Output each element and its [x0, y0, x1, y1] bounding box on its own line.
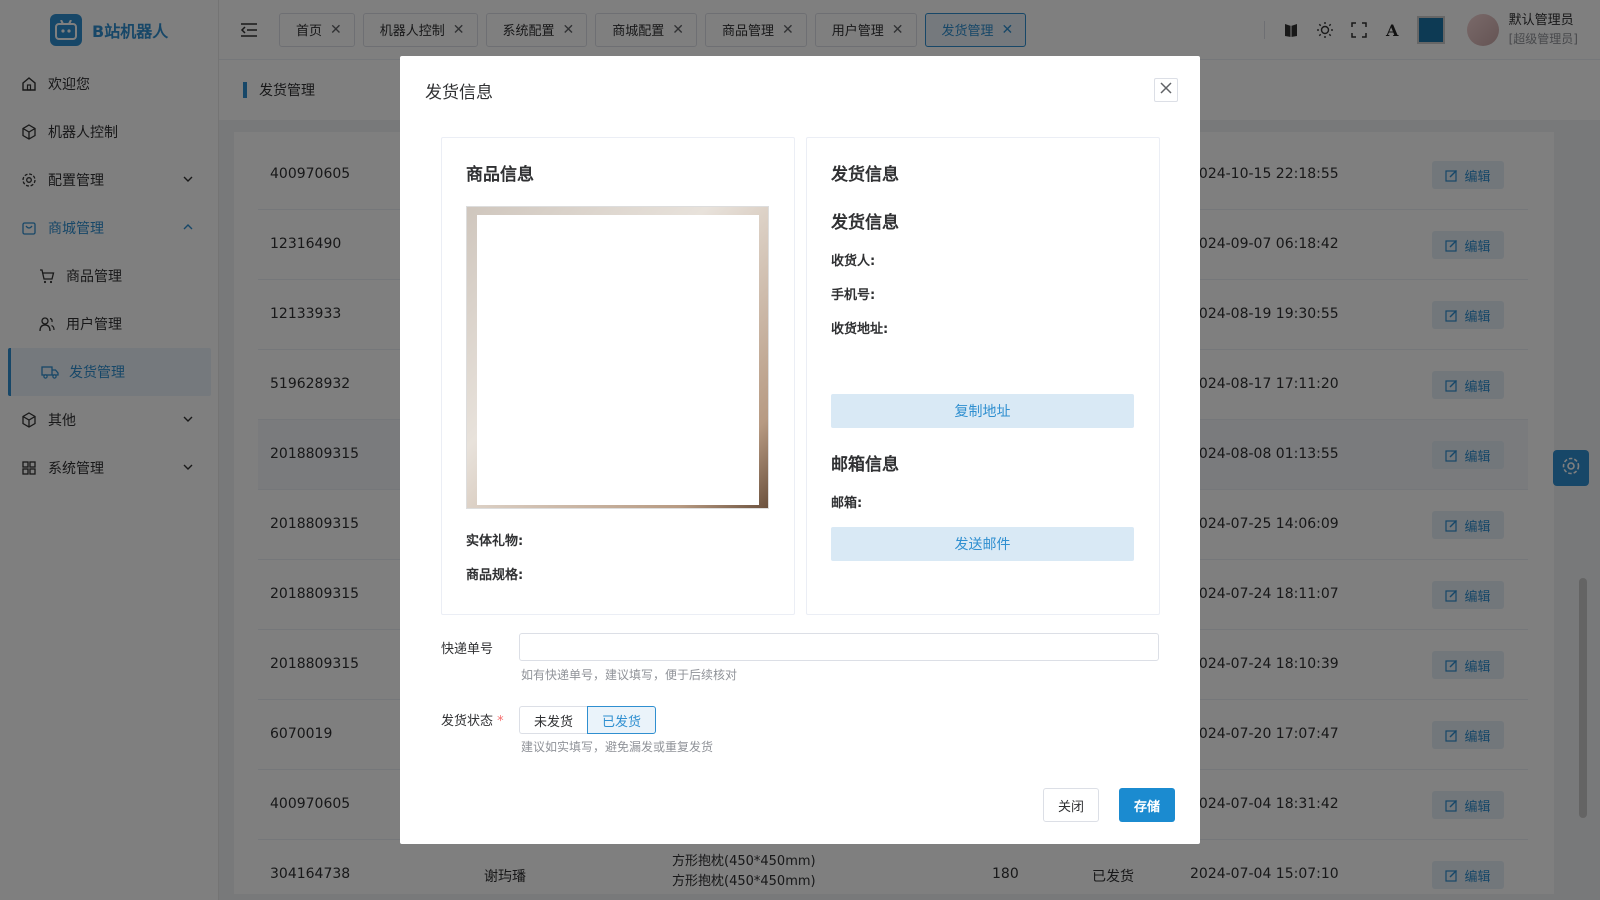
- product-image-placeholder: [477, 215, 759, 505]
- status-hint: 建议如实填写，避免漏发或重复发货: [521, 740, 714, 754]
- status-label: 发货状态 *: [441, 710, 504, 729]
- status-option-unshipped[interactable]: 未发货: [519, 706, 588, 734]
- close-icon: [1160, 82, 1172, 98]
- shipping-info-subheading: 发货信息: [831, 213, 899, 233]
- address-label: 收货地址:: [831, 322, 889, 337]
- gift-label: 实体礼物:: [466, 534, 524, 549]
- tracking-number-input[interactable]: [519, 633, 1159, 661]
- mail-info-heading: 邮箱信息: [831, 455, 899, 475]
- status-label-text: 发货状态: [441, 714, 494, 729]
- save-button[interactable]: 存储: [1119, 788, 1175, 822]
- tracking-label: 快递单号: [441, 642, 494, 657]
- close-button[interactable]: 关闭: [1043, 788, 1099, 822]
- product-info-heading: 商品信息: [466, 165, 534, 185]
- shipping-status-radio: 未发货 已发货: [519, 706, 657, 734]
- send-mail-button[interactable]: 发送邮件: [831, 527, 1134, 561]
- product-image: [466, 206, 769, 509]
- product-info-panel: 商品信息 实体礼物: 商品规格:: [441, 137, 795, 615]
- shipping-info-heading: 发货信息: [831, 165, 899, 185]
- tracking-hint: 如有快递单号，建议填写，便于后续核对: [521, 668, 738, 682]
- shipping-dialog: 发货信息 商品信息 实体礼物: 商品规格: 发货信息 发货信息 收货人: 手机号…: [400, 56, 1200, 844]
- phone-label: 手机号:: [831, 288, 876, 303]
- receiver-label: 收货人:: [831, 254, 876, 269]
- shipping-info-panel: 发货信息 发货信息 收货人: 手机号: 收货地址: 复制地址 邮箱信息 邮箱: …: [806, 137, 1160, 615]
- dialog-title: 发货信息: [425, 83, 493, 103]
- spec-label: 商品规格:: [466, 568, 524, 583]
- dialog-close-button[interactable]: [1154, 78, 1178, 102]
- status-option-shipped[interactable]: 已发货: [587, 706, 657, 734]
- mail-label: 邮箱:: [831, 496, 863, 511]
- required-mark: *: [497, 714, 504, 729]
- copy-address-button[interactable]: 复制地址: [831, 394, 1134, 428]
